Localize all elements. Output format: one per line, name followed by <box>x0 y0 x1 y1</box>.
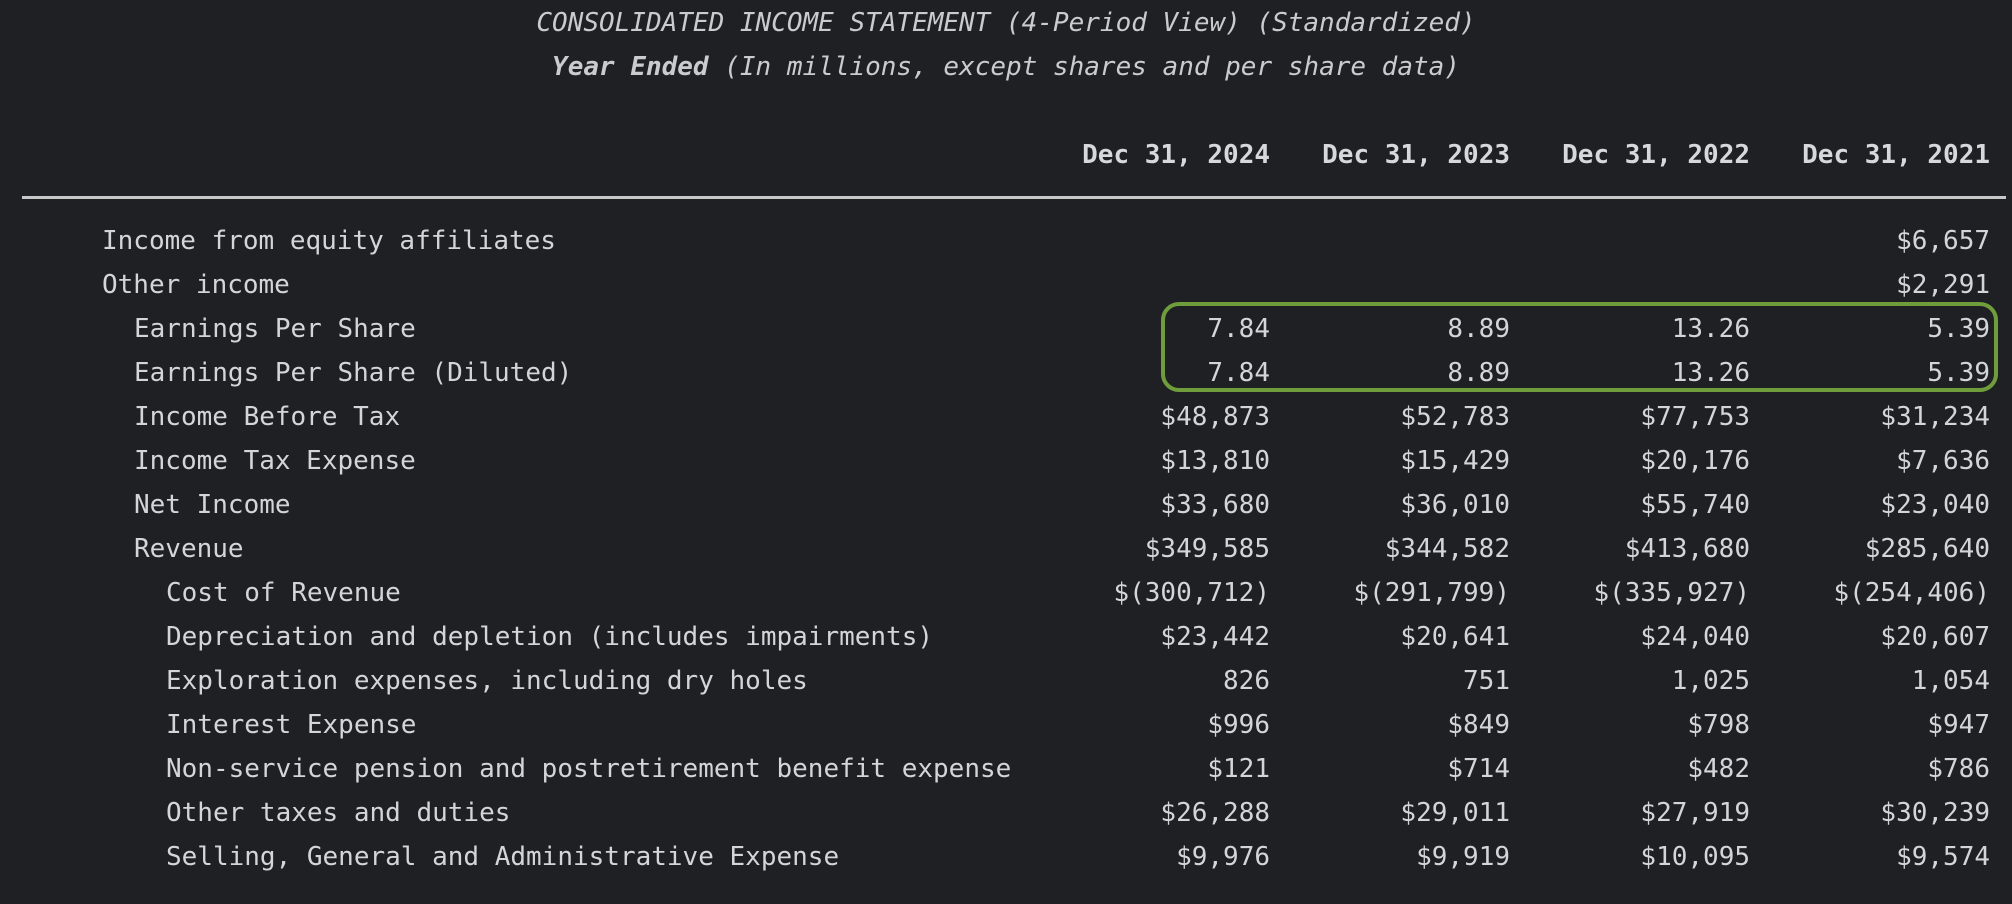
cell-2023: 751 <box>1463 666 1510 696</box>
cell-2021: 1,054 <box>1911 666 1990 696</box>
row-label: Income Before Tax <box>134 402 401 432</box>
cell-2022: $55,740 <box>1640 490 1750 520</box>
cell-2023: $344,582 <box>1384 534 1510 564</box>
cell-2023: $52,783 <box>1400 402 1510 432</box>
statement-subtitle: Year Ended (In millions, except shares a… <box>0 52 2012 82</box>
cell-2022: $77,753 <box>1640 402 1750 432</box>
cell-2022: $20,176 <box>1640 446 1750 476</box>
cell-2023: $20,641 <box>1400 622 1510 652</box>
subtitle-rest: (In millions, except shares and per shar… <box>708 52 1460 82</box>
cell-2022: 1,025 <box>1671 666 1750 696</box>
row-label: Other income <box>102 270 290 300</box>
subtitle-bold: Year Ended <box>552 52 709 82</box>
eps-highlight-box <box>1161 302 1998 392</box>
row-label: Income Tax Expense <box>134 446 416 476</box>
cell-2021: $23,040 <box>1880 490 1990 520</box>
cell-2023: $36,010 <box>1400 490 1510 520</box>
cell-2024: $9,976 <box>1176 842 1270 872</box>
cell-2024: $48,873 <box>1160 402 1270 432</box>
cell-2021: $(254,406) <box>1833 578 1990 608</box>
cell-2021: $31,234 <box>1880 402 1990 432</box>
cell-2021: $2,291 <box>1896 270 1990 300</box>
cell-2021: $7,636 <box>1896 446 1990 476</box>
cell-2023: $29,011 <box>1400 798 1510 828</box>
cell-2024: $23,442 <box>1160 622 1270 652</box>
cell-2023: $15,429 <box>1400 446 1510 476</box>
cell-2024: $33,680 <box>1160 490 1270 520</box>
header-divider <box>22 196 2006 199</box>
cell-2022: $10,095 <box>1640 842 1750 872</box>
cell-2023: $(291,799) <box>1353 578 1510 608</box>
cell-2022: $27,919 <box>1640 798 1750 828</box>
cell-2024: $996 <box>1207 710 1270 740</box>
column-header-2023: Dec 31, 2023 <box>1322 140 1510 170</box>
cell-2021: $786 <box>1927 754 1990 784</box>
cell-2024: $121 <box>1207 754 1270 784</box>
cell-2021: $30,239 <box>1880 798 1990 828</box>
cell-2022: $(335,927) <box>1593 578 1750 608</box>
cell-2024: $26,288 <box>1160 798 1270 828</box>
cell-2022: $413,680 <box>1624 534 1750 564</box>
row-label: Cost of Revenue <box>166 578 401 608</box>
row-label: Exploration expenses, including dry hole… <box>166 666 808 696</box>
cell-2024: $349,585 <box>1144 534 1270 564</box>
column-header-2021: Dec 31, 2021 <box>1802 140 1990 170</box>
row-label: Income from equity affiliates <box>102 226 556 256</box>
row-label: Earnings Per Share <box>134 314 416 344</box>
cell-2023: $849 <box>1447 710 1510 740</box>
cell-2022: $24,040 <box>1640 622 1750 652</box>
row-label: Earnings Per Share (Diluted) <box>134 358 573 388</box>
column-header-2022: Dec 31, 2022 <box>1562 140 1750 170</box>
cell-2021: $20,607 <box>1880 622 1990 652</box>
cell-2021: $9,574 <box>1896 842 1990 872</box>
row-label: Non-service pension and postretirement b… <box>166 754 1012 784</box>
cell-2022: $482 <box>1687 754 1750 784</box>
cell-2021: $285,640 <box>1864 534 1990 564</box>
cell-2022: $798 <box>1687 710 1750 740</box>
column-header-2024: Dec 31, 2024 <box>1082 140 1270 170</box>
cell-2024: 826 <box>1223 666 1270 696</box>
row-label: Net Income <box>134 490 291 520</box>
row-label: Depreciation and depletion (includes imp… <box>166 622 934 652</box>
row-label: Revenue <box>134 534 244 564</box>
cell-2021: $6,657 <box>1896 226 1990 256</box>
cell-2024: $13,810 <box>1160 446 1270 476</box>
cell-2023: $9,919 <box>1416 842 1510 872</box>
row-label: Other taxes and duties <box>166 798 511 828</box>
statement-title: CONSOLIDATED INCOME STATEMENT (4-Period … <box>536 8 1476 38</box>
row-label: Selling, General and Administrative Expe… <box>166 842 840 872</box>
cell-2021: $947 <box>1927 710 1990 740</box>
row-label: Interest Expense <box>166 710 417 740</box>
cell-2023: $714 <box>1447 754 1510 784</box>
cell-2024: $(300,712) <box>1113 578 1270 608</box>
